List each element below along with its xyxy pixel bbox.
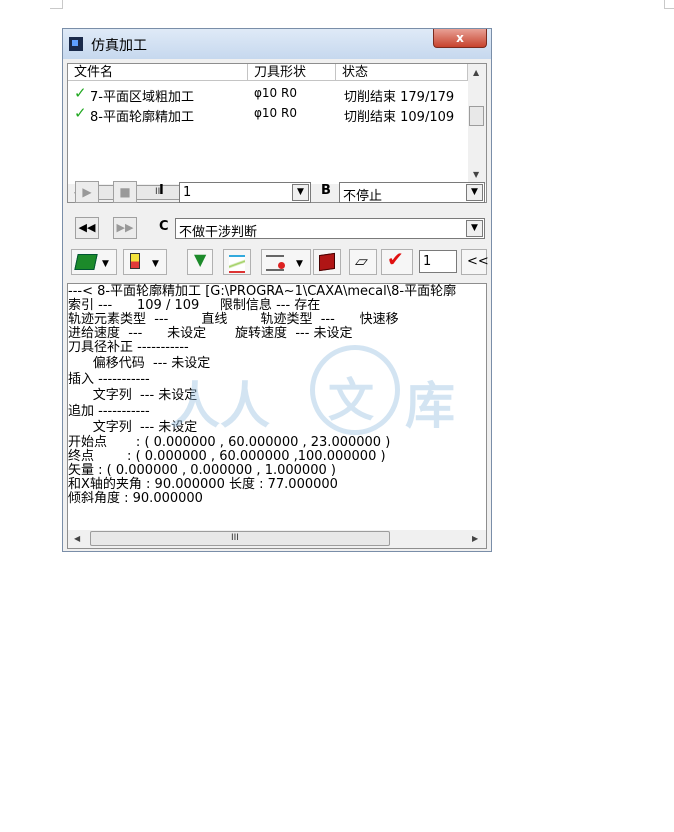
status-text: 切削结束 179/179 [344,90,455,105]
step-input[interactable]: 1 [419,250,457,273]
erase-button[interactable]: ▱ [349,249,377,275]
path-display-dropdown[interactable]: ▼ [261,249,311,275]
scroll-thumb[interactable]: III [90,531,390,546]
watermark-text: 库 [405,377,455,435]
scroll-grip: III [231,533,239,543]
filter-icon: ▼ [194,250,207,269]
collapse-button[interactable]: << [461,249,489,275]
tool-icon [130,253,140,269]
b-label: B [321,183,331,198]
scroll-thumb[interactable] [469,106,484,126]
window-title: 仿真加工 [91,38,147,54]
c-select[interactable]: 不做干涉判断 ▼ [175,218,485,240]
eraser-icon: ▱ [353,252,370,270]
column-header-status[interactable]: 状态 [336,64,468,81]
collapse-icon: << [467,254,489,269]
watermark-text: 人人 [170,377,270,435]
title-bar[interactable]: 仿真加工 x [63,29,491,59]
chevron-down-icon[interactable]: ▼ [466,184,483,201]
info-line: 进给速度 --- 未设定 旋转速度 --- 未设定 [68,326,353,341]
status-text: 切削结束 109/109 [344,110,455,125]
red-cube-icon [319,252,335,272]
horizontal-scrollbar[interactable]: ◀ III ▶ [68,530,486,548]
info-line: 索引 --- 109 / 109 限制信息 --- 存在 [68,298,321,313]
app-icon [69,37,83,51]
info-line: ---< 8-平面轮廓精加工 [G:\PROGRA~1\CAXA\mecal\8… [68,284,457,299]
column-header-tool-shape[interactable]: 刀具形状 [248,64,336,81]
info-line: 开始点 : ( 0.000000 , 60.000000 , 23.000000… [68,435,391,450]
tool-shape: φ10 R0 [254,86,297,100]
stock-display-button[interactable] [313,249,341,275]
solid-display-dropdown[interactable]: ▼ [71,249,117,275]
info-line: 矢量 : ( 0.000000 , 0.000000 , 1.000000 ) [68,463,336,478]
chevron-down-icon: ▼ [152,259,159,269]
chevron-down-icon[interactable]: ▼ [292,184,309,201]
i-select[interactable]: 1 ▼ [179,182,311,203]
c-select-value: 不做干涉判断 [179,225,258,240]
step-value: 1 [423,254,432,269]
scroll-right-icon[interactable]: ▶ [472,534,478,543]
check-icon: ✓ [74,84,87,102]
chevron-down-icon[interactable]: ▼ [466,220,483,237]
vertical-scrollbar[interactable]: ▲ ▼ [468,64,486,184]
close-button[interactable]: x [433,29,487,48]
i-label: I [159,183,164,198]
rewind-button[interactable]: ◀◀ [75,217,99,239]
column-header-filename[interactable]: 文件名 [68,64,248,81]
confirm-button[interactable]: ✔ [381,249,413,275]
info-line: 终点 : ( 0.000000 , 60.000000 ,100.000000 … [68,449,386,464]
tool-display-dropdown[interactable]: ▼ [123,249,167,275]
check-icon: ✔ [387,247,404,271]
info-line: 和X轴的夹角 : 90.000000 长度 : 77.000000 [68,477,338,492]
chevron-down-icon: ▼ [102,259,109,269]
watermark-text: 文 [328,373,374,427]
chevron-down-icon: ▼ [296,259,303,269]
scroll-up-icon[interactable]: ▲ [473,68,479,77]
list-item[interactable]: ✓ 8-平面轮廓精加工 φ10 R0 切削结束 109/109 [68,104,468,125]
page-corner-mark-right [664,0,674,9]
solid-block-icon [74,254,98,270]
stop-button[interactable]: ■ [113,181,137,203]
play-button[interactable]: ▶ [75,181,99,203]
info-line: 倾斜角度 : 90.000000 [68,491,203,506]
color-path-button[interactable] [223,249,251,275]
scroll-left-icon[interactable]: ◀ [74,534,80,543]
tool-shape: φ10 R0 [254,106,297,120]
check-icon: ✓ [74,104,87,122]
b-select[interactable]: 不停止 ▼ [339,182,485,204]
info-line: 轨迹元素类型 --- 直线 轨迹类型 --- 快速移 [68,312,399,327]
info-line: 追加 ----------- [68,404,150,419]
file-name: 8-平面轮廓精加工 [90,110,194,125]
c-label: C [159,219,169,234]
scroll-down-icon[interactable]: ▼ [473,170,479,179]
info-line: 插入 ----------- [68,372,150,387]
tool-holder-button[interactable]: ▼ [187,249,213,275]
red-dot-icon [278,262,285,269]
fast-forward-button[interactable]: ▶▶ [113,217,137,239]
page-corner-mark-left [50,0,63,9]
file-name: 7-平面区域粗加工 [90,90,194,105]
list-item[interactable]: ✓ 7-平面区域粗加工 φ10 R0 切削结束 179/179 [68,84,468,105]
simulation-window: 仿真加工 x 文件名 刀具形状 状态 ✓ 7-平面区域粗加工 φ10 R0 切削… [62,28,492,552]
info-line: 刀具径补正 ----------- [68,340,189,355]
i-select-value: 1 [183,185,192,200]
b-select-value: 不停止 [343,189,383,204]
path-color-icon [229,255,245,273]
